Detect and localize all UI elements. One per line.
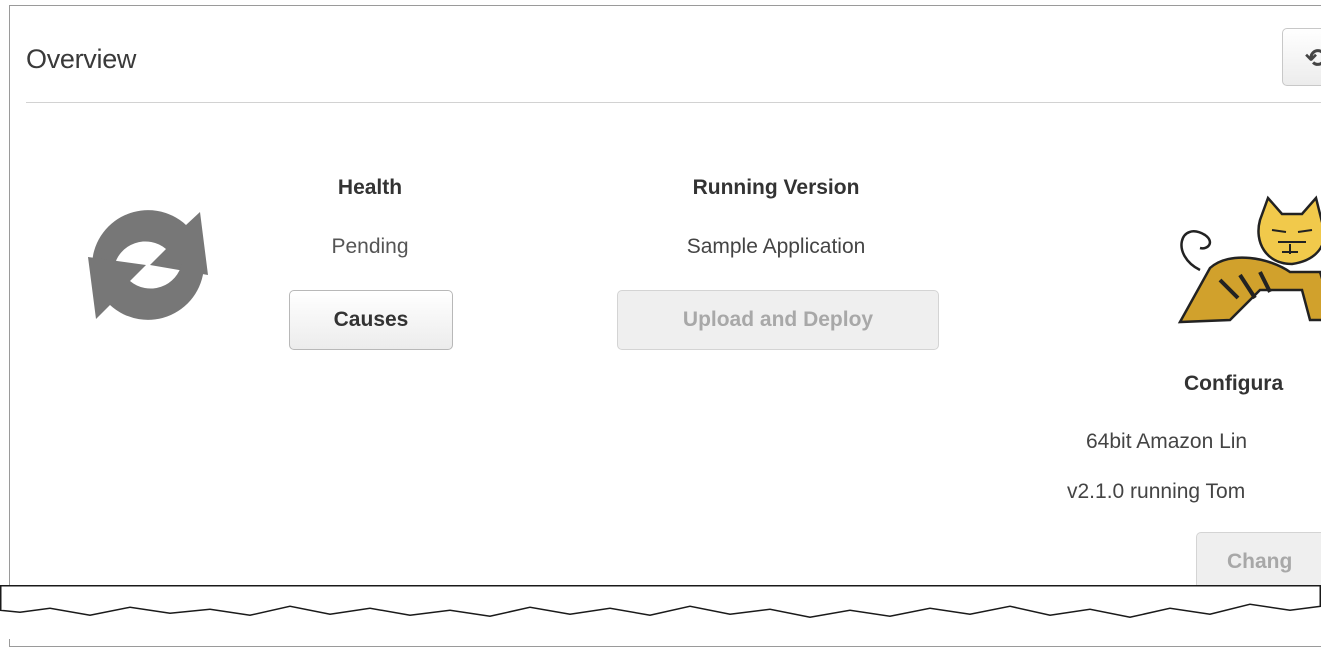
- upload-and-deploy-button[interactable]: Upload and Deploy: [617, 290, 939, 350]
- configuration-label: Configura: [1184, 372, 1284, 395]
- page-title: Overview: [26, 44, 137, 74]
- sync-icon: [88, 210, 208, 320]
- configuration-platform-line1: 64bit Amazon Lin: [1086, 430, 1248, 453]
- torn-edge-decoration: [0, 585, 1321, 639]
- health-status-value: Pending: [331, 235, 409, 258]
- health-label: Health: [337, 176, 403, 199]
- running-version-label: Running Version: [692, 176, 860, 199]
- tomcat-logo-icon: [1177, 195, 1321, 324]
- running-version-value: Sample Application: [686, 235, 866, 258]
- refresh-icon: ⟲: [1305, 43, 1321, 73]
- causes-button[interactable]: Causes: [289, 290, 453, 350]
- title-divider: [26, 102, 1321, 103]
- change-configuration-button[interactable]: Chang: [1196, 532, 1321, 592]
- configuration-platform-line2: v2.1.0 running Tom: [1067, 480, 1246, 503]
- refresh-button[interactable]: ⟲: [1282, 28, 1321, 86]
